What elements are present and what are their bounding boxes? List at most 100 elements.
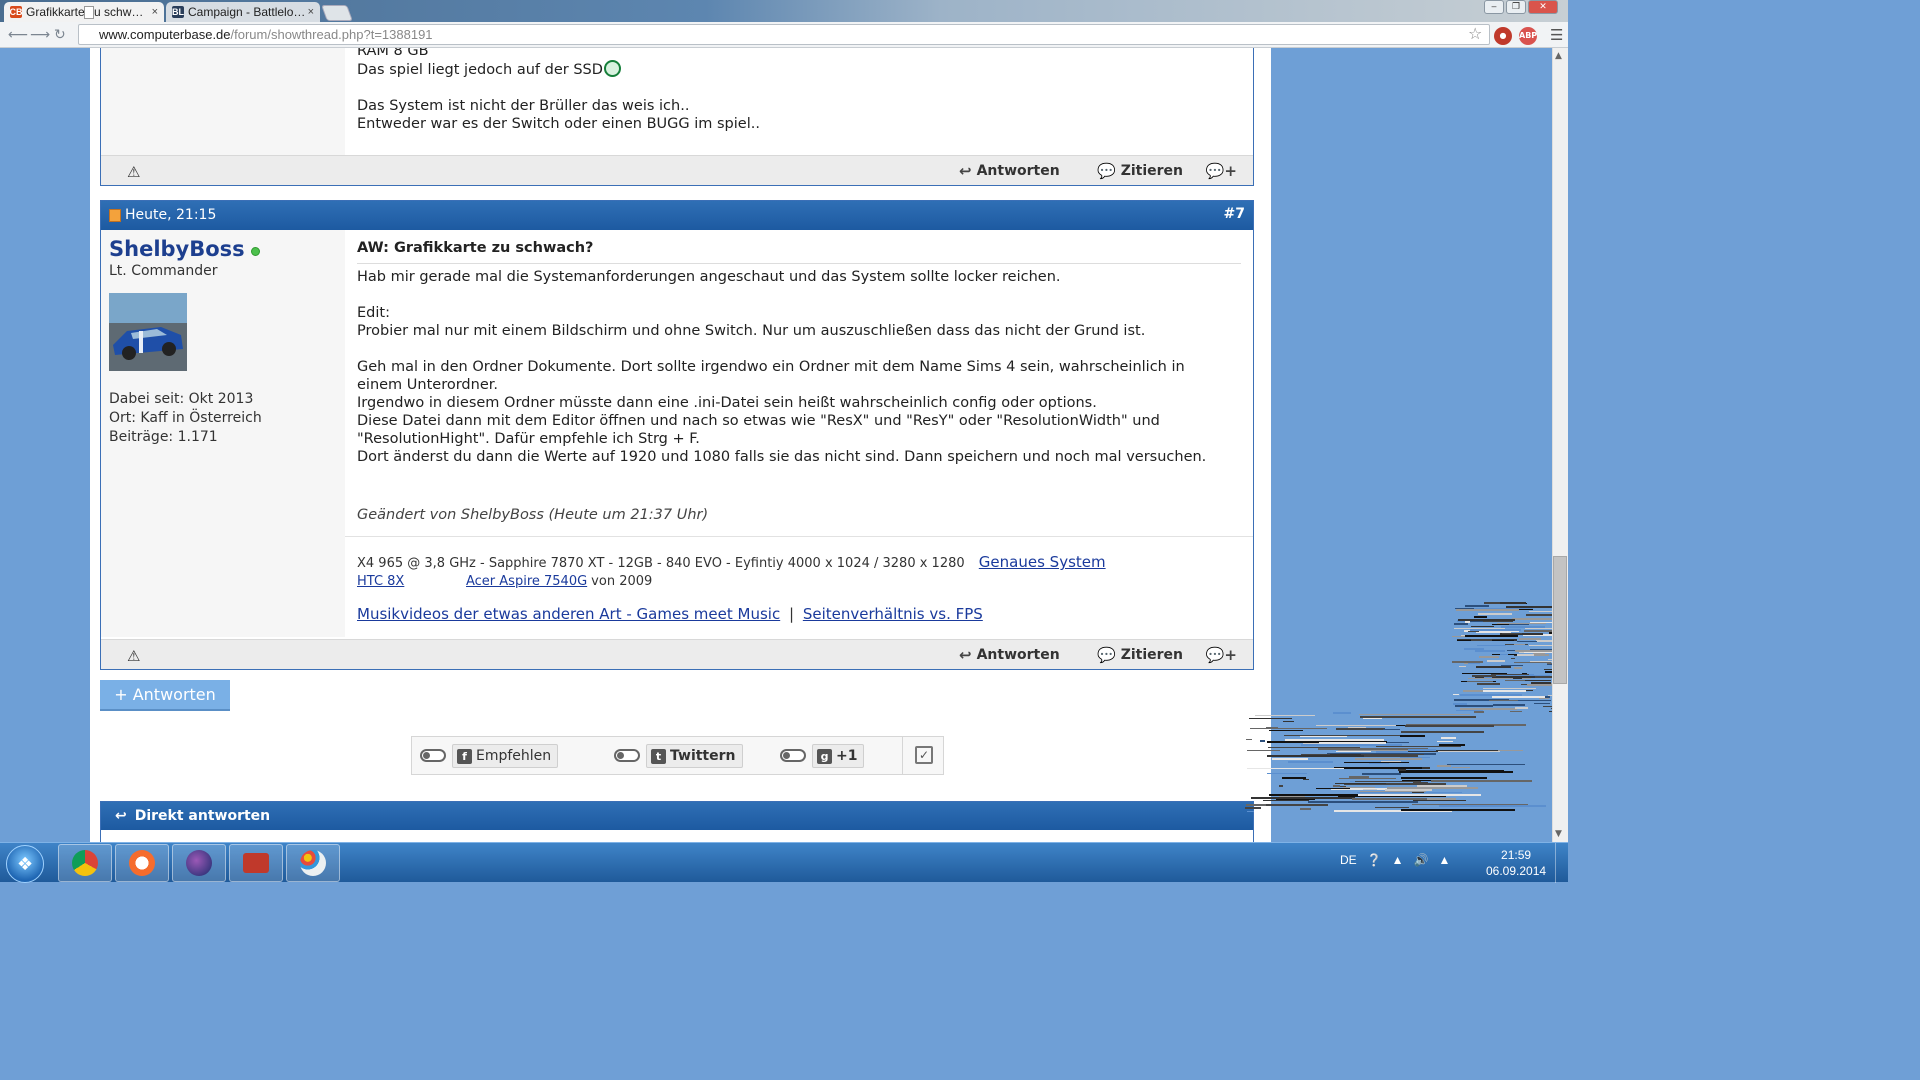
laptop-link[interactable]: Acer Aspire 7540G bbox=[466, 574, 587, 589]
paint-taskbar-button[interactable] bbox=[286, 844, 340, 882]
quote-label: Zitieren bbox=[1120, 163, 1183, 179]
direct-reply-panel: ↩ Direkt antworten bbox=[100, 801, 1254, 842]
signature: X4 965 @ 3,8 GHz - Sapphire 7870 XT - 12… bbox=[345, 536, 1253, 623]
post-line bbox=[357, 286, 1241, 304]
scroll-up-arrow-icon[interactable]: ▲ bbox=[1555, 51, 1562, 61]
multiquote-icon[interactable]: 💬+ bbox=[1206, 162, 1237, 180]
reply-arrow-icon: ↩ bbox=[115, 808, 127, 824]
post-number-link[interactable]: #7 bbox=[1224, 206, 1245, 222]
link-separator: | bbox=[788, 605, 795, 623]
url-host: www.computerbase.de bbox=[99, 27, 231, 42]
direct-reply-header[interactable]: ↩ Direkt antworten bbox=[101, 802, 1253, 830]
checkbox-settings-icon[interactable]: ✓ bbox=[915, 746, 933, 764]
post-userinfo-column: ShelbyBoss Lt. Commander Dabei seit: Okt… bbox=[101, 230, 345, 637]
stop-extension-icon[interactable]: ● bbox=[1494, 27, 1512, 45]
music-videos-link[interactable]: Musikvideos der etwas anderen Art - Game… bbox=[357, 605, 780, 623]
new-reply-button[interactable]: + Antworten bbox=[100, 680, 230, 711]
post-line: Probier mal nur mit einem Bildschirm und… bbox=[357, 323, 1146, 339]
post-6: RAM 8 GB Das spiel liegt jedoch auf der … bbox=[100, 48, 1254, 186]
restore-icon[interactable]: ❐ bbox=[1506, 0, 1526, 14]
multiquote-icon[interactable]: 💬+ bbox=[1206, 646, 1237, 664]
twitter-toggle[interactable] bbox=[614, 749, 640, 762]
gplus-label: +1 bbox=[836, 748, 858, 764]
post-line: "ResolutionHight". Dafür empfehle ich St… bbox=[357, 431, 700, 447]
facebook-recommend-button[interactable]: f Empfehlen bbox=[452, 744, 559, 768]
vertical-scrollbar[interactable] bbox=[1552, 48, 1568, 842]
chrome-icon bbox=[72, 850, 98, 876]
chrome-taskbar-button[interactable] bbox=[58, 844, 112, 882]
quote-bubble-icon: 💬 bbox=[1097, 646, 1116, 664]
system-clock[interactable]: 21:59 06.09.2014 bbox=[1486, 847, 1546, 879]
forward-arrow-icon[interactable]: ⟶ bbox=[30, 27, 50, 43]
paint-palette-icon bbox=[300, 850, 326, 876]
show-desktop-button[interactable] bbox=[1555, 843, 1568, 883]
reply-arrow-icon: ↩ bbox=[959, 162, 972, 180]
aspect-ratio-link[interactable]: Seitenverhältnis vs. FPS bbox=[803, 605, 983, 623]
post-line bbox=[357, 79, 1237, 97]
post-line: Das System ist nicht der Brüller das wei… bbox=[357, 98, 690, 114]
close-tab-icon[interactable]: × bbox=[308, 6, 314, 18]
quote-button[interactable]: 💬 Zitieren bbox=[1097, 646, 1183, 664]
menu-icon[interactable]: ☰ bbox=[1550, 26, 1563, 44]
quote-button[interactable]: 💬 Zitieren bbox=[1097, 162, 1183, 180]
app-taskbar-button[interactable] bbox=[172, 844, 226, 882]
minimize-icon[interactable]: ‒ bbox=[1484, 0, 1504, 14]
drive-sync-icon[interactable]: ▲ bbox=[1438, 853, 1450, 867]
twitter-label: Twittern bbox=[670, 748, 736, 764]
computerbase-favicon-icon: CB bbox=[9, 6, 23, 18]
username-link[interactable]: ShelbyBoss bbox=[109, 237, 260, 261]
browser-toolbar: ⟵ ⟶ ↻ www.computerbase.de/forum/showthre… bbox=[0, 22, 1568, 48]
phone-link[interactable]: HTC 8X bbox=[357, 574, 466, 589]
windows-taskbar: ❖ DE ❔ ▲ 🔊 ▲ 21:59 06.09.2014 bbox=[0, 842, 1568, 883]
post-header: Heute, 21:15 #7 bbox=[101, 201, 1253, 230]
toolbox-taskbar-button[interactable] bbox=[229, 844, 283, 882]
close-window-icon[interactable]: ✕ bbox=[1528, 0, 1558, 14]
post-title: AW: Grafikkarte zu schwach? bbox=[357, 240, 1241, 264]
gplus-toggle[interactable] bbox=[780, 749, 806, 762]
new-tab-button[interactable] bbox=[321, 5, 353, 21]
scroll-down-arrow-icon[interactable]: ▼ bbox=[1555, 829, 1562, 839]
origin-taskbar-button[interactable] bbox=[115, 844, 169, 882]
post-line: Das spiel liegt jedoch auf der SSD bbox=[357, 60, 1237, 79]
twitter-button[interactable]: t Twittern bbox=[646, 744, 743, 768]
post-line: Geh mal in den Ordner Dokumente. Dort so… bbox=[357, 359, 1185, 375]
gplus-button[interactable]: g +1 bbox=[812, 744, 865, 768]
toolbox-icon bbox=[243, 853, 269, 873]
language-indicator[interactable]: DE bbox=[1340, 853, 1357, 867]
social-share-bar: f Empfehlen t Twittern g +1 ✓ bbox=[411, 736, 944, 775]
avatar[interactable] bbox=[109, 293, 187, 371]
direct-reply-title: Direkt antworten bbox=[134, 808, 271, 824]
reply-label: Antworten bbox=[976, 163, 1060, 179]
tray-overflow-icon[interactable]: ▲ bbox=[1392, 853, 1404, 867]
start-button[interactable]: ❖ bbox=[6, 845, 44, 883]
reply-button[interactable]: ↩ Antworten bbox=[959, 646, 1060, 664]
reply-label: Antworten bbox=[976, 647, 1060, 663]
report-warning-icon[interactable]: ⚠ bbox=[127, 163, 140, 181]
back-arrow-icon[interactable]: ⟵ bbox=[8, 27, 28, 43]
report-warning-icon[interactable]: ⚠ bbox=[127, 647, 140, 665]
browser-tab-strip: CB Grafikkarte zu schw… × BL Campaign - … bbox=[0, 0, 1568, 22]
user-location: Ort: Kaff in Österreich bbox=[109, 410, 262, 426]
volume-icon[interactable]: 🔊 bbox=[1414, 853, 1429, 867]
post-line: Edit: bbox=[357, 305, 390, 321]
facebook-toggle[interactable] bbox=[420, 749, 446, 762]
tab-battlelog[interactable]: BL Campaign - Battlelo… × bbox=[166, 2, 320, 22]
post-body: RAM 8 GB Das spiel liegt jedoch auf der … bbox=[357, 48, 1237, 133]
post-line: Diese Datei dann mit dem Editor öffnen u… bbox=[357, 413, 1160, 429]
join-date: Dabei seit: Okt 2013 bbox=[109, 391, 254, 407]
bookmark-star-icon[interactable]: ☆ bbox=[1468, 24, 1482, 43]
quote-bubble-icon: 💬 bbox=[1097, 162, 1116, 180]
close-tab-icon[interactable]: × bbox=[152, 6, 158, 18]
url-path: /forum/showthread.php?t=1388191 bbox=[230, 27, 433, 42]
system-details-link[interactable]: Genaues System bbox=[979, 553, 1106, 571]
share-divider bbox=[902, 737, 903, 774]
post-date: Heute, 21:15 bbox=[109, 207, 216, 223]
reply-button[interactable]: ↩ Antworten bbox=[959, 162, 1060, 180]
help-icon[interactable]: ❔ bbox=[1367, 853, 1382, 867]
post-line: Entweder war es der Switch oder einen BU… bbox=[357, 116, 760, 132]
scrollbar-thumb[interactable] bbox=[1553, 556, 1567, 684]
address-bar[interactable]: www.computerbase.de/forum/showthread.php… bbox=[78, 24, 1490, 45]
reload-icon[interactable]: ↻ bbox=[54, 27, 66, 43]
post-line bbox=[357, 340, 1241, 358]
adblock-plus-icon[interactable]: ABP bbox=[1519, 27, 1537, 45]
